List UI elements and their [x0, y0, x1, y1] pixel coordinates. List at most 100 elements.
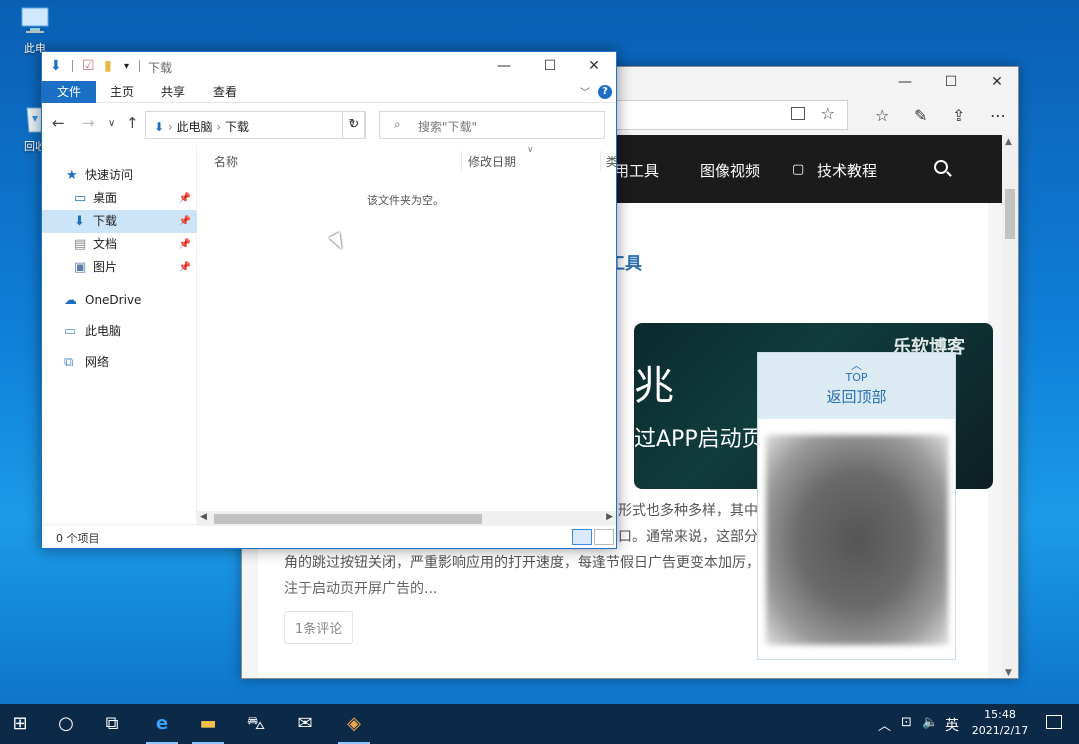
sidebar-item-quick-access[interactable]: ★ 快速访问	[42, 164, 197, 187]
up-arrow-icon[interactable]: ↑	[126, 114, 139, 132]
clock-date: 2021/2/17	[971, 724, 1029, 737]
sidebar-item-onedrive[interactable]: ☁ OneDrive	[42, 289, 197, 312]
document-icon: ▤	[74, 237, 87, 252]
scroll-down-icon[interactable]: ▼	[1005, 668, 1012, 678]
tab-home[interactable]: 主页	[104, 81, 140, 103]
share-icon[interactable]: ⇪	[952, 106, 965, 125]
minimize-button[interactable]: —	[882, 71, 928, 93]
clock-time: 15:48	[984, 708, 1016, 721]
item-count: 0 个项目	[56, 532, 100, 545]
volume-icon[interactable]: 🔈	[922, 715, 938, 730]
favorite-star-icon[interactable]: ☆	[821, 104, 835, 123]
network-icon[interactable]: ⊡	[901, 715, 912, 730]
minimize-button[interactable]: —	[482, 55, 526, 77]
breadcrumb: ⬇ › 此电脑 › 下载	[154, 118, 249, 135]
column-divider[interactable]	[600, 151, 601, 171]
favorites-hub-icon[interactable]: ☆	[875, 106, 889, 125]
breadcrumb-this-pc[interactable]: 此电脑	[177, 120, 213, 134]
more-icon[interactable]: ⋯	[990, 106, 1006, 125]
forward-arrow-icon[interactable]: →	[82, 114, 95, 132]
taskbar: ⊞ ○ ⧉ e ▬ ⛍ ✉ ◈ ︿ ⊡ 🔈 英 15:48 2021/2/17	[0, 704, 1079, 744]
customize-quick-access-icon[interactable]: ▾	[124, 61, 129, 72]
pin-icon: 📌	[178, 193, 191, 204]
navigation-bar: ← → ∨ ↑ ⬇ › 此电脑 › 下载 ∨ ↻ ⌕ 搜索"下载"	[42, 103, 616, 145]
file-list[interactable]: 名称 ∨ 修改日期 类 该文件夹为空。	[197, 145, 616, 522]
reading-view-icon[interactable]	[791, 107, 805, 120]
refresh-button[interactable]: ↻	[342, 111, 366, 139]
sidebar-item-desktop[interactable]: ▭ 桌面 📌	[42, 187, 197, 210]
pen-icon[interactable]: ✎	[914, 106, 927, 125]
back-arrow-icon[interactable]: ←	[52, 114, 65, 132]
mail-icon[interactable]: ✉	[285, 710, 325, 744]
start-button-windows-icon[interactable]: ⊞	[0, 710, 40, 744]
sidebar-item-label: 文档	[93, 237, 118, 251]
search-circle-icon[interactable]: ○	[46, 710, 86, 744]
star-icon: ★	[66, 168, 78, 183]
scroll-left-icon[interactable]: ◀	[200, 512, 207, 522]
search-icon[interactable]	[934, 160, 948, 174]
maximize-button[interactable]: ☐	[528, 55, 572, 77]
sidebar-item-label: 此电脑	[85, 324, 122, 338]
recent-locations-icon[interactable]: ∨	[108, 118, 115, 129]
sidebar-item-label: 网络	[85, 355, 110, 369]
help-icon[interactable]: ?	[598, 85, 612, 99]
file-explorer-icon[interactable]: ▬	[188, 710, 228, 744]
details-view-icon[interactable]	[572, 529, 592, 545]
pin-icon: 📌	[178, 262, 191, 273]
column-header-name[interactable]: 名称	[214, 153, 238, 170]
maximize-button[interactable]: ☐	[928, 71, 974, 93]
sidebar-item-this-pc[interactable]: ▭ 此电脑	[42, 320, 197, 343]
pin-icon: 📌	[178, 216, 191, 227]
tab-file[interactable]: 文件	[42, 81, 96, 103]
clock[interactable]: 15:48 2021/2/17	[968, 707, 1032, 739]
large-icons-view-icon[interactable]	[594, 529, 614, 545]
column-divider[interactable]	[461, 151, 462, 171]
this-pc-icon: ▭	[64, 324, 77, 339]
excerpt-line: 注于启动页开屏广告的...	[284, 581, 438, 597]
scroll-thumb[interactable]	[1005, 189, 1015, 239]
action-center-icon[interactable]	[1046, 715, 1062, 729]
nav-item-tools[interactable]: 用工具	[614, 160, 659, 181]
scroll-right-icon[interactable]: ▶	[606, 512, 613, 522]
back-to-top-button[interactable]: ︿ TOP 返回顶部	[758, 353, 955, 419]
comment-count-button[interactable]: 1条评论	[284, 611, 354, 644]
pin-icon: 📌	[178, 239, 191, 250]
back-to-top-widget[interactable]: ︿ TOP 返回顶部	[757, 352, 956, 660]
sidebar-item-network[interactable]: ⧉ 网络	[42, 351, 197, 374]
task-view-icon[interactable]: ⧉	[92, 710, 132, 744]
edge-browser-icon[interactable]: e	[142, 710, 182, 744]
scroll-thumb[interactable]	[214, 514, 482, 524]
browser-scrollbar[interactable]: ▲ ▼	[1002, 135, 1018, 678]
banner-big-text: 兆	[634, 363, 674, 409]
app-icon[interactable]: ◈	[334, 710, 374, 744]
window-title: 下载	[148, 61, 173, 75]
show-hidden-icons-icon[interactable]: ︿	[878, 715, 891, 734]
nav-item-tutorials[interactable]: 技术教程	[817, 160, 877, 181]
nav-item-media[interactable]: 图像视频	[700, 160, 760, 181]
sidebar-item-pictures[interactable]: ▣ 图片 📌	[42, 256, 197, 279]
column-header-date-modified[interactable]: 修改日期	[468, 153, 516, 170]
search-input[interactable]: ⌕ 搜索"下载"	[379, 111, 605, 139]
back-to-top-label: 返回顶部	[826, 388, 887, 406]
store-icon[interactable]: ⛍	[236, 710, 276, 744]
top-label: TOP	[845, 371, 868, 384]
tab-share[interactable]: 共享	[155, 81, 191, 103]
sidebar-item-downloads[interactable]: ⬇ 下载 📌	[42, 210, 197, 233]
desktop-icon: ▭	[74, 191, 87, 206]
tab-view[interactable]: 查看	[207, 81, 243, 103]
properties-icon[interactable]: ☑	[82, 58, 95, 74]
address-bar[interactable]: ⬇ › 此电脑 › 下载 ∨	[145, 111, 365, 139]
sidebar-item-label: 快速访问	[85, 168, 134, 182]
new-folder-icon[interactable]: ▮	[104, 58, 112, 74]
chevron-down-icon[interactable]: ﹀	[580, 84, 590, 99]
scroll-up-icon[interactable]: ▲	[1005, 137, 1012, 147]
status-bar: 0 个项目	[42, 524, 616, 548]
sidebar-item-documents[interactable]: ▤ 文档 📌	[42, 233, 197, 256]
navigation-pane: ★ 快速访问 ▭ 桌面 📌 ⬇ 下载 📌 ▤ 文档 📌 ▣ 图片 📌 ☁ One…	[42, 145, 197, 522]
close-button[interactable]: ✕	[974, 71, 1018, 93]
column-header-type[interactable]: 类	[606, 153, 616, 170]
breadcrumb-downloads[interactable]: 下载	[225, 120, 249, 134]
close-button[interactable]: ✕	[572, 55, 616, 77]
desktop-icon-this-pc[interactable]: 此电	[10, 6, 60, 56]
ime-indicator[interactable]: 英	[945, 715, 959, 735]
